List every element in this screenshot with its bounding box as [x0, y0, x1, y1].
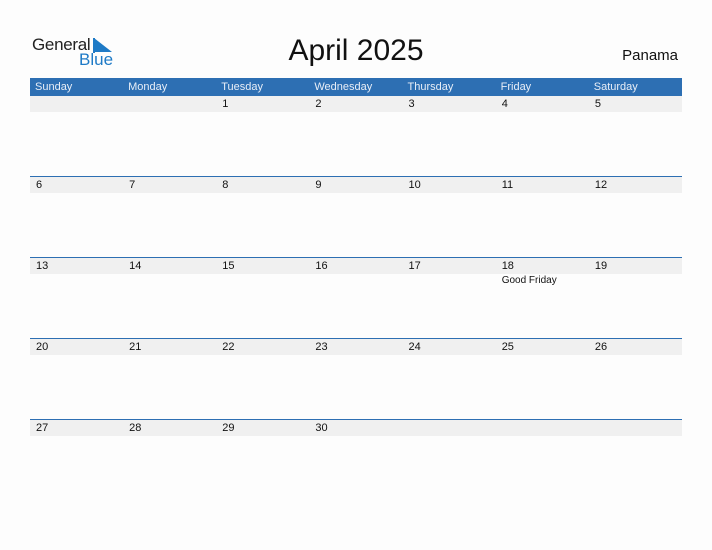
day-cell: [123, 96, 216, 176]
day-number: 5: [594, 98, 601, 110]
weekday-thursday: Thursday: [407, 81, 454, 93]
day-cell: [496, 420, 589, 500]
day-cell: 18 Good Friday: [496, 258, 589, 338]
day-cell: 17: [403, 258, 496, 338]
day-number: 24: [408, 340, 421, 353]
day-number: 3: [408, 98, 415, 110]
day-number: 29: [222, 421, 235, 434]
day-number: 1: [222, 98, 229, 110]
day-cell: 23: [309, 339, 402, 419]
day-number: 12: [594, 178, 608, 191]
day-number: 18: [501, 259, 514, 272]
day-cell: 16: [309, 258, 402, 338]
day-cell: 7: [123, 177, 216, 257]
day-number: 23: [315, 340, 328, 353]
day-number: 14: [129, 259, 142, 272]
day-number: 11: [501, 178, 514, 191]
weekday-saturday: Saturday: [593, 81, 638, 93]
day-number: 26: [594, 340, 608, 353]
day-number: 16: [315, 259, 328, 272]
day-cell: 2: [309, 96, 402, 176]
day-cell: [589, 420, 682, 500]
holiday-label: Good Friday: [501, 274, 557, 286]
week-row: 6 7 8 9 10 11 12: [30, 175, 682, 257]
weekday-friday: Friday: [500, 81, 532, 93]
day-number: 10: [408, 178, 421, 191]
day-number: 19: [594, 259, 608, 272]
day-number: 21: [129, 340, 142, 353]
day-number: 13: [36, 259, 49, 272]
day-number: 20: [36, 340, 49, 353]
day-cell: 1: [216, 96, 309, 176]
day-number: 28: [129, 421, 142, 434]
day-cell: [30, 96, 123, 176]
day-cell: 28: [123, 420, 216, 500]
day-number: 8: [222, 178, 229, 191]
day-number: 9: [315, 178, 322, 191]
weekday-wednesday: Wednesday: [314, 81, 373, 93]
day-cell: [403, 420, 496, 500]
day-number: 25: [501, 340, 514, 353]
day-cell: 25: [496, 339, 589, 419]
day-cell: 13: [30, 258, 123, 338]
day-cell: 14: [123, 258, 216, 338]
day-cell: 24: [403, 339, 496, 419]
day-cell: 30: [309, 420, 402, 500]
week-row: 20 21 22 23 24 25 26: [30, 337, 682, 419]
day-number: 15: [222, 259, 235, 272]
day-cell: 15: [216, 258, 309, 338]
country-label: Panama: [622, 47, 678, 64]
weekday-sunday: Sunday: [35, 81, 73, 93]
day-cell: 26: [589, 339, 682, 419]
day-cell: 11: [496, 177, 589, 257]
day-number: 30: [315, 421, 328, 434]
day-cell: 8: [216, 177, 309, 257]
day-number: 2: [315, 98, 322, 110]
day-cell: 6: [30, 177, 123, 257]
day-cell: 12: [589, 177, 682, 257]
weekday-monday: Monday: [128, 81, 168, 93]
day-cell: 9: [309, 177, 402, 257]
day-number: 17: [408, 259, 421, 272]
day-number: 6: [36, 178, 43, 191]
week-row: 1 2 3 4 5: [30, 96, 682, 176]
weekday-header: Sunday Monday Tuesday Wednesday Thursday…: [30, 78, 682, 96]
day-cell: 29: [216, 420, 309, 500]
page-title: April 2025: [288, 34, 424, 67]
week-row: 13 14 15 16 17 18 Good Friday 19: [30, 256, 682, 338]
day-number: 22: [222, 340, 235, 353]
day-cell: 3: [403, 96, 496, 176]
day-number: 27: [36, 421, 49, 434]
day-number: 7: [129, 178, 136, 191]
day-number: 4: [501, 98, 508, 110]
day-cell: 4: [496, 96, 589, 176]
weekday-tuesday: Tuesday: [221, 81, 264, 93]
day-cell: 22: [216, 339, 309, 419]
day-cell: 19: [589, 258, 682, 338]
day-cell: 21: [123, 339, 216, 419]
day-cell: 27: [30, 420, 123, 500]
day-cell: 10: [403, 177, 496, 257]
week-row: 27 28 29 30: [30, 418, 682, 500]
day-cell: 20: [30, 339, 123, 419]
day-cell: 5: [589, 96, 682, 176]
